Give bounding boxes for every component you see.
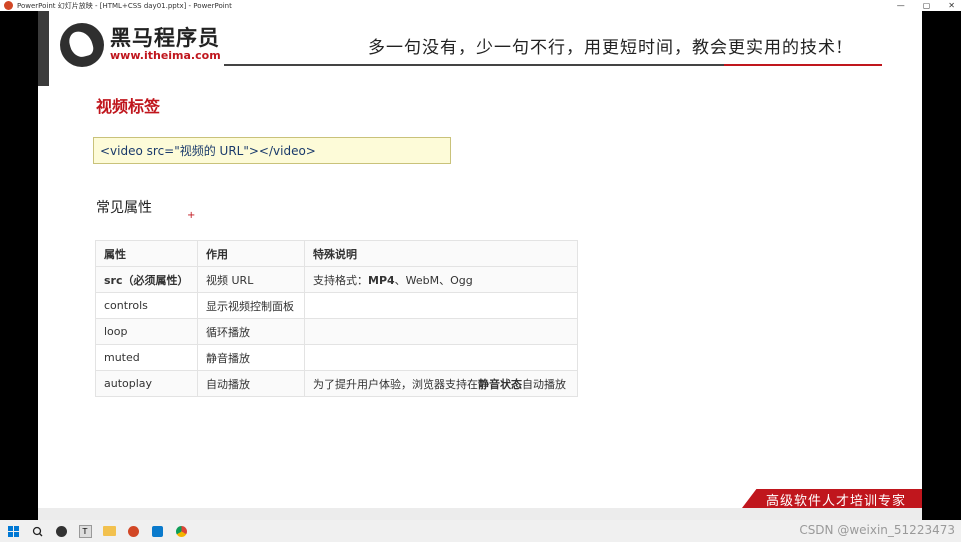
- section-title: 视频标签: [96, 97, 161, 116]
- typora-icon[interactable]: T: [76, 520, 94, 542]
- cell-role: 静音播放: [197, 344, 305, 371]
- slide[interactable]: 黑马程序员 www.itheima.com 多一句没有，少一句不行，用更短时间，…: [38, 11, 922, 508]
- subsection-title: 常见属性: [96, 200, 152, 216]
- minimize-button[interactable]: —: [897, 1, 905, 10]
- cell-attr: controls: [95, 292, 198, 319]
- brand-url: www.itheima.com: [110, 49, 221, 62]
- vscode-icon[interactable]: [148, 520, 166, 542]
- code-snippet: <video src="视频的 URL"></video>: [93, 137, 451, 164]
- cell-role: 自动播放: [197, 370, 305, 397]
- watermark: CSDN @weixin_51223473: [799, 523, 955, 537]
- note-bold: 静音状态: [478, 377, 522, 391]
- cell-note: 支持格式：MP4、WebM、Ogg: [304, 266, 578, 293]
- table-row: src（必须属性） 视频 URL 支持格式：MP4、WebM、Ogg: [95, 266, 578, 293]
- powerpoint-icon[interactable]: [124, 520, 142, 542]
- chrome-icon[interactable]: [172, 520, 190, 542]
- windows-icon[interactable]: [4, 520, 22, 542]
- slogan: 多一句没有，少一句不行，用更短时间，教会更实用的技术!: [368, 38, 844, 58]
- cell-role: 视频 URL: [197, 266, 305, 293]
- search-icon[interactable]: [28, 520, 46, 542]
- table-header-row: 属性 作用 特殊说明: [95, 240, 578, 267]
- cell-note: [304, 318, 578, 345]
- note-text: 、WebM、Ogg: [394, 273, 473, 287]
- note-text: 自动播放: [522, 377, 566, 391]
- powerpoint-icon: [4, 1, 13, 10]
- horse-logo-icon: [60, 23, 104, 67]
- obs-icon[interactable]: [52, 520, 70, 542]
- column-header: 属性: [95, 240, 198, 267]
- cell-note: [304, 344, 578, 371]
- column-header: 特殊说明: [304, 240, 578, 267]
- folder-icon[interactable]: [100, 520, 118, 542]
- cell-attr: loop: [95, 318, 198, 345]
- cell-note: 为了提升用户体验，浏览器支持在静音状态自动播放: [304, 370, 578, 397]
- plus-mark: +: [187, 210, 196, 221]
- footer-banner-text: 高级软件人才培训专家: [766, 494, 907, 508]
- column-header: 作用: [197, 240, 305, 267]
- decor-strip: [38, 11, 49, 86]
- brand-name: 黑马程序员: [110, 26, 220, 50]
- table-row: controls 显示视频控制面板: [95, 292, 578, 319]
- maximize-button[interactable]: ▢: [923, 1, 931, 10]
- note-bold: MP4: [368, 273, 395, 287]
- cell-note: [304, 292, 578, 319]
- cell-attr: autoplay: [95, 370, 198, 397]
- close-button[interactable]: ✕: [948, 1, 955, 10]
- window-title: PowerPoint 幻灯片放映 - [HTML+CSS day01.pptx]…: [17, 1, 232, 10]
- window-titlebar: PowerPoint 幻灯片放映 - [HTML+CSS day01.pptx]…: [0, 0, 961, 11]
- cell-role: 显示视频控制面板: [197, 292, 305, 319]
- cell-attr: src（必须属性）: [95, 266, 198, 293]
- note-text: 支持格式：: [313, 273, 368, 287]
- table-row: autoplay 自动播放 为了提升用户体验，浏览器支持在静音状态自动播放: [95, 370, 578, 397]
- window-controls: — ▢ ✕: [897, 0, 955, 11]
- attributes-table: 属性 作用 特殊说明 src（必须属性） 视频 URL 支持格式：MP4、Web…: [95, 240, 578, 397]
- table-row: muted 静音播放: [95, 344, 578, 371]
- cell-role: 循环播放: [197, 318, 305, 345]
- note-text: 为了提升用户体验，浏览器支持在: [313, 377, 478, 391]
- cell-attr: muted: [95, 344, 198, 371]
- header-divider-accent: [724, 64, 882, 66]
- slideshow-statusbar: [38, 508, 922, 520]
- table-row: loop 循环播放: [95, 318, 578, 345]
- brand-logo: 黑马程序员 www.itheima.com: [60, 23, 221, 67]
